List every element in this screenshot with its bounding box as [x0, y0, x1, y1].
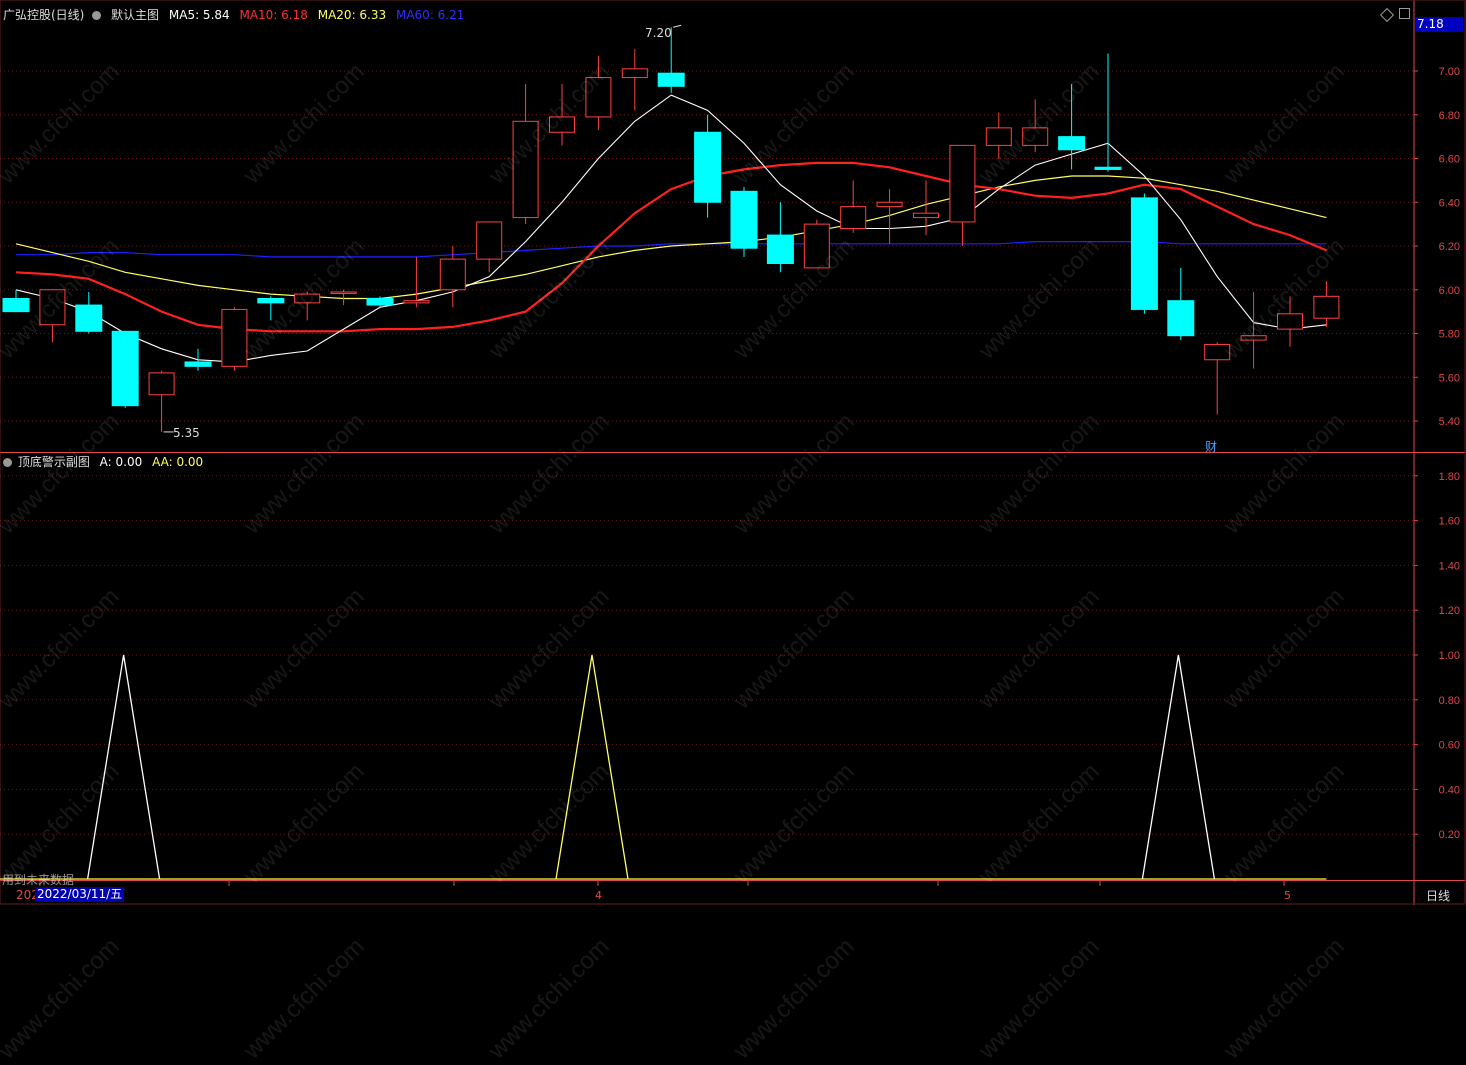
y-tick-label: 5.80 [1439, 329, 1460, 341]
dropdown-circle-icon[interactable] [92, 11, 102, 20]
low-label: 5.35 [173, 426, 200, 440]
candle-body [876, 201, 903, 208]
candle-body [2, 298, 30, 313]
a-peak [1141, 654, 1216, 880]
candle-body [1167, 300, 1195, 337]
y-tick-label: 0.80 [1439, 695, 1460, 707]
watermark-text: www.cfchi.com [483, 932, 615, 1065]
y-tick-label: 1.80 [1439, 471, 1460, 483]
candle-body [403, 300, 430, 304]
y-tick-label: 5.40 [1439, 416, 1460, 428]
candle-body [1130, 197, 1158, 310]
ma20-value: MA20: 6.33 [317, 8, 387, 22]
y-tick-label: 0.20 [1439, 829, 1460, 841]
a-value: A: 0.00 [99, 455, 143, 469]
ma5-value: MA5: 5.84 [168, 8, 230, 22]
stock-chart[interactable]: 5.40 5.60 5.80 6.00 6.20 6.40 6.60 6.80 7.00 0.20… [0, 0, 1466, 905]
candle-body [148, 372, 175, 396]
watermark-text: www.cfchi.com [973, 932, 1105, 1065]
candle-body [730, 190, 758, 249]
candle-body [840, 206, 867, 229]
ma20-line [15, 175, 1327, 300]
ma5-line [15, 94, 1327, 363]
watermark-text: www.cfchi.com [1218, 932, 1350, 1065]
candle-body [694, 131, 722, 203]
minus-icon[interactable] [1399, 8, 1410, 19]
y-tick-label: 6.40 [1439, 197, 1460, 209]
main-header: 广弘控股(日线) 默认主图 MA5: 5.84 MA10: 6.18 MA20:… [3, 7, 470, 23]
candle-body [949, 144, 976, 223]
period-label[interactable]: 日线 [1426, 887, 1450, 904]
ma60-line [16, 241, 1327, 258]
y-tick-label: 7.00 [1439, 66, 1460, 78]
candle-body [366, 298, 394, 306]
finance-marker[interactable]: 财 [1205, 438, 1217, 455]
high-marker [673, 24, 682, 28]
ma10-value: MA10: 6.18 [239, 8, 308, 22]
candle-body [657, 72, 685, 87]
candle-body [111, 330, 139, 407]
candle-body [1313, 295, 1340, 319]
y-tick-label: 6.80 [1439, 110, 1460, 122]
watermark-text: www.cfchi.com [238, 932, 370, 1065]
y-tick-label: 1.00 [1439, 650, 1460, 662]
cursor-date: 2022/03/11/五 [35, 887, 125, 902]
stock-title[interactable]: 广弘控股(日线) [3, 8, 84, 22]
y-tick-label: 6.60 [1439, 154, 1460, 166]
candle-body [330, 291, 357, 294]
y-tick-label: 6.00 [1439, 285, 1460, 297]
y-tick-label: 1.40 [1439, 560, 1460, 572]
month-label: 5 [1284, 889, 1291, 902]
aa-value: AA: 0.00 [152, 455, 204, 469]
y-tick-label: 1.60 [1439, 516, 1460, 528]
candle-body [75, 304, 103, 332]
watermark-text: www.cfchi.com [728, 932, 860, 1065]
candle-body [476, 221, 503, 260]
y-tick-label: 0.60 [1439, 740, 1460, 752]
y-tick-label: 1.20 [1439, 605, 1460, 617]
ma60-value: MA60: 6.21 [395, 8, 465, 22]
candle-body [766, 234, 794, 264]
ma10-line [15, 161, 1327, 333]
candle-body [439, 258, 466, 291]
month-label: 4 [595, 889, 602, 902]
watermark-text: www.cfchi.com [0, 932, 125, 1065]
y-tick-label: 5.60 [1439, 372, 1460, 384]
candle-body [1058, 136, 1086, 151]
y-tick-label: 6.20 [1439, 241, 1460, 253]
high-label: 7.20 [645, 26, 672, 40]
dropdown-circle-icon[interactable] [3, 458, 12, 467]
template-label[interactable]: 默认主图 [111, 8, 159, 22]
candle-body [1094, 166, 1122, 170]
candle-body [913, 212, 939, 219]
candle-body [184, 361, 212, 367]
current-price-badge: 7.18 [1415, 17, 1463, 32]
candle-body [621, 68, 648, 79]
candle-body [221, 308, 248, 367]
sub-header: 顶底警示副图 A: 0.00 AA: 0.00 [0, 454, 209, 470]
y-tick-label: 0.40 [1439, 784, 1460, 796]
